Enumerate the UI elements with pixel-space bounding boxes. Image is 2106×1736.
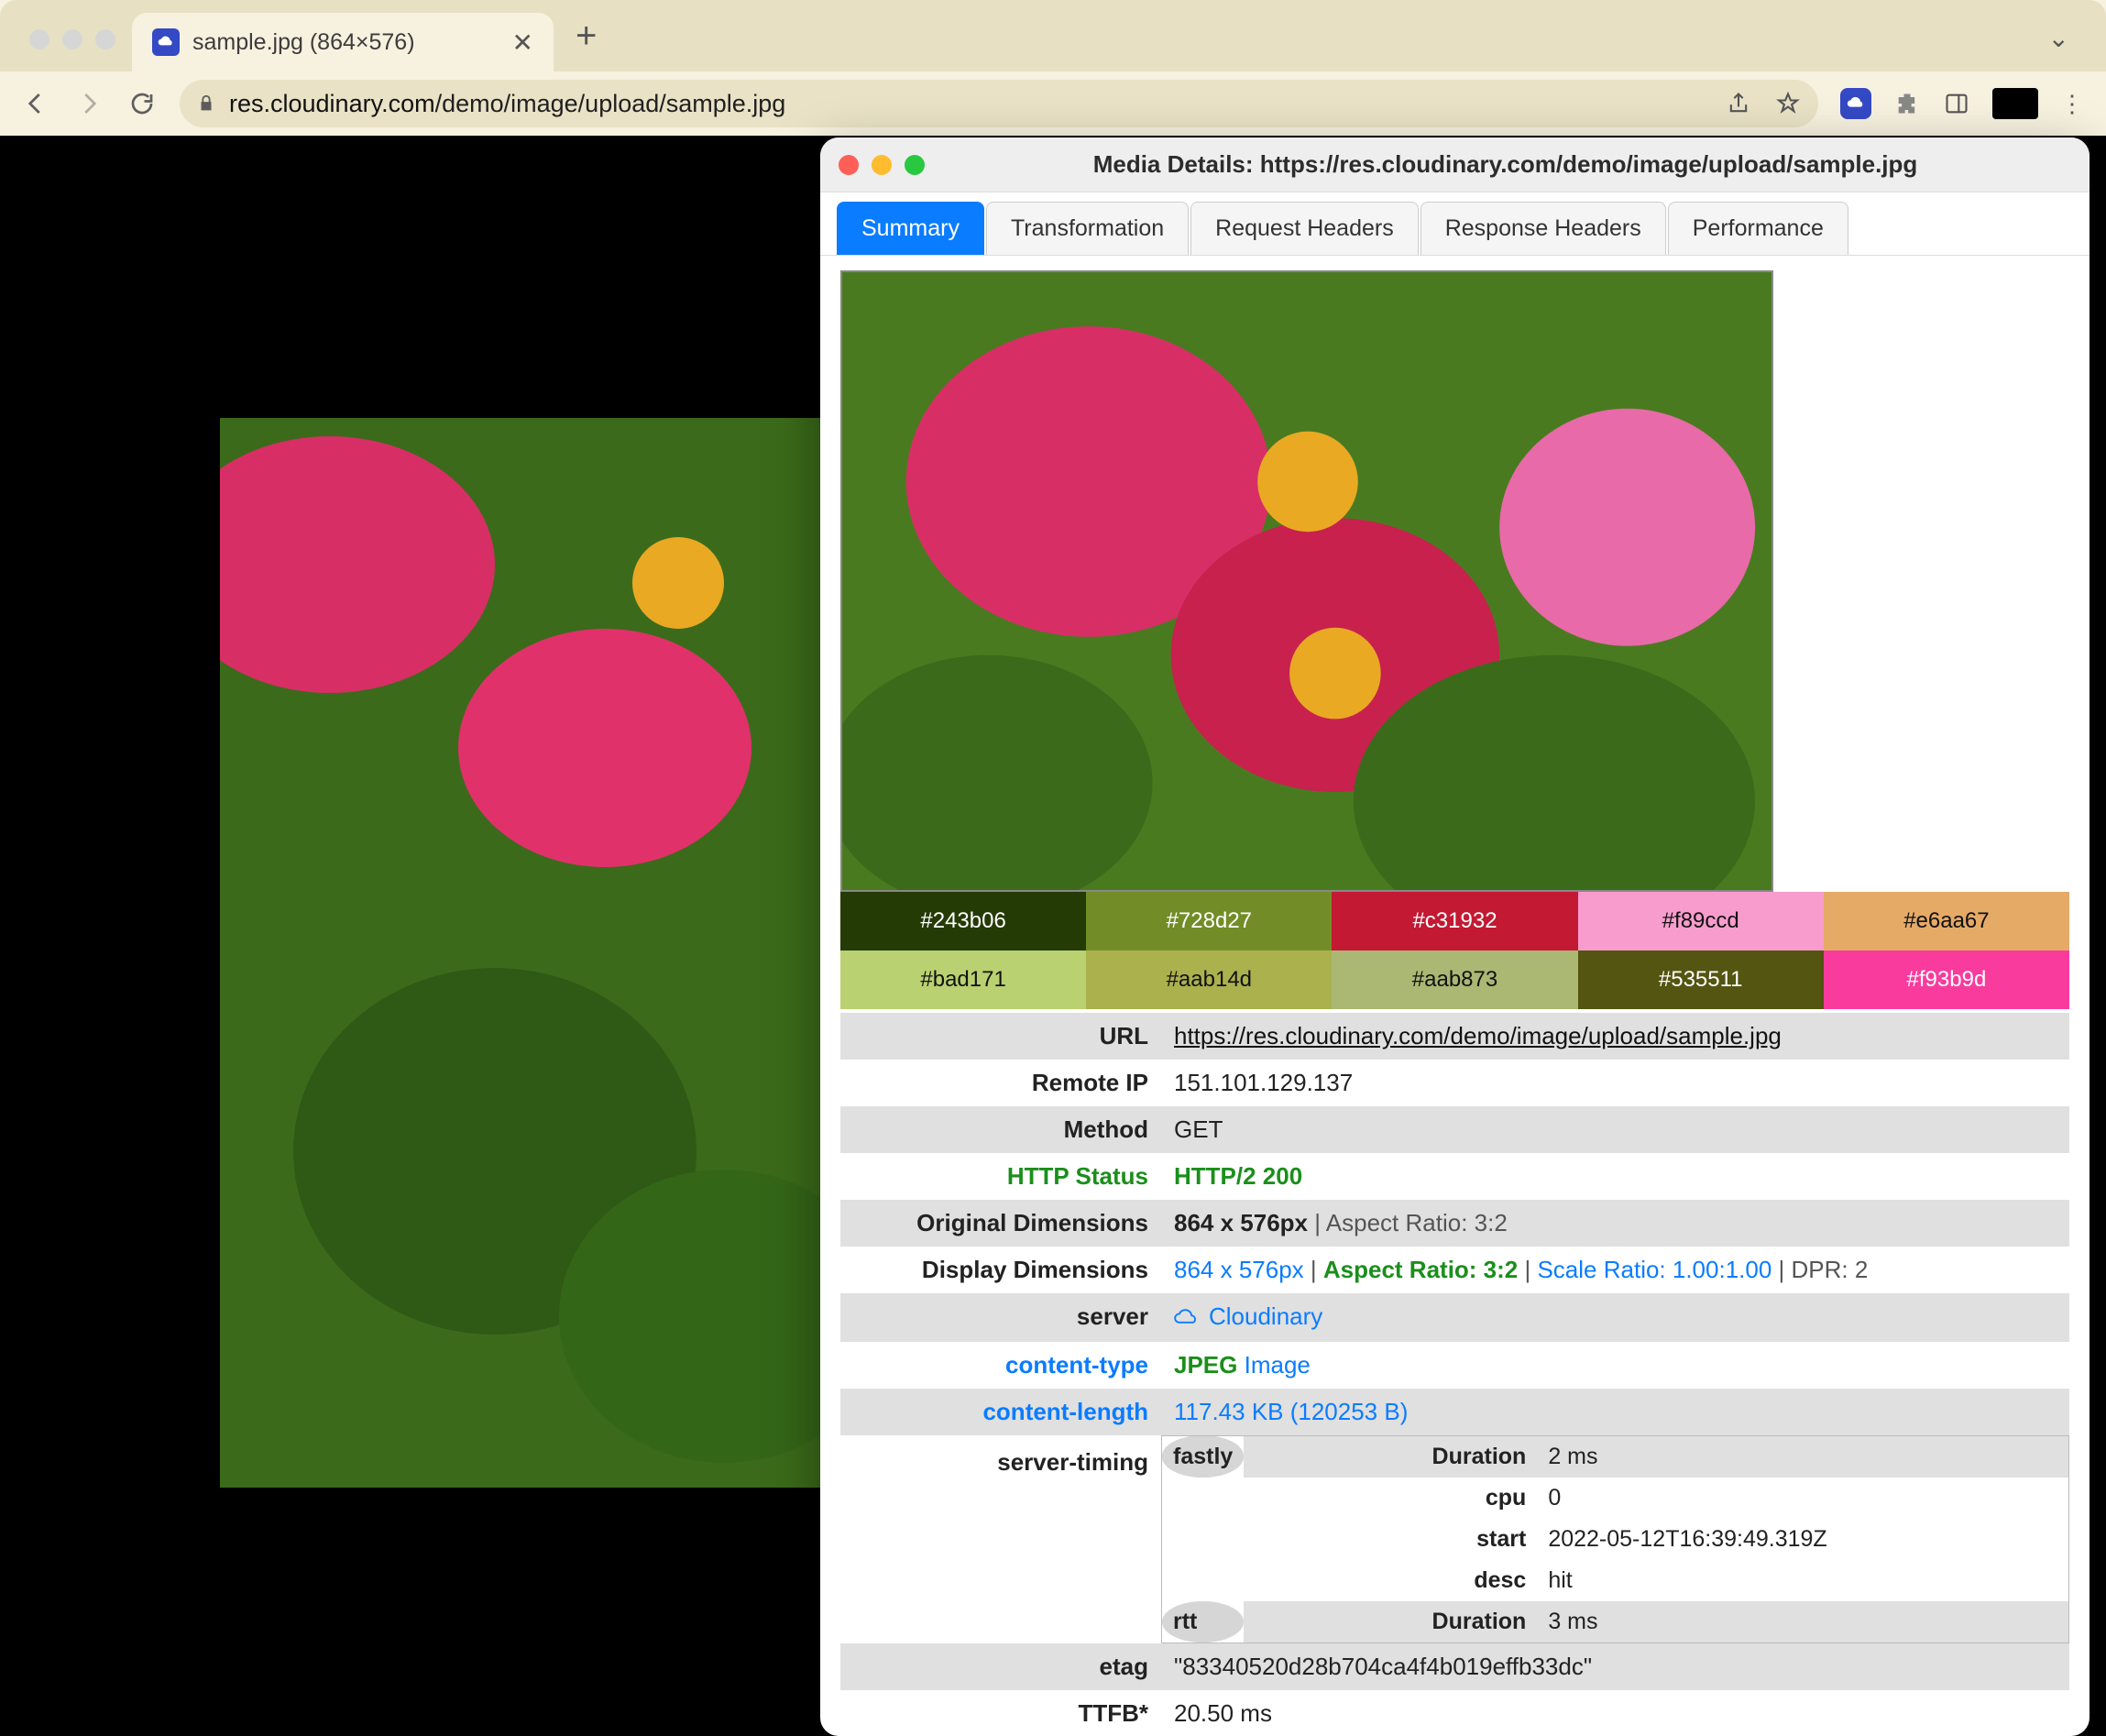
close-icon[interactable]: ✕: [512, 27, 533, 58]
tab-request-headers[interactable]: Request Headers: [1190, 202, 1419, 255]
media-details-panel: Media Details: https://res.cloudinary.co…: [820, 137, 2090, 1736]
timing-fastly-duration: 2 ms: [1537, 1435, 2068, 1478]
label-http-status: HTTP Status: [840, 1153, 1161, 1200]
traffic-light[interactable]: [29, 29, 49, 49]
label-remote-ip: Remote IP: [840, 1060, 1161, 1106]
address-bar[interactable]: res.cloudinary.com/demo/image/upload/sam…: [180, 80, 1818, 127]
tab-performance[interactable]: Performance: [1668, 202, 1848, 255]
value-content-type: JPEG Image: [1161, 1342, 2069, 1389]
tab-transformation[interactable]: Transformation: [986, 202, 1189, 255]
tab-strip: sample.jpg (864×576) ✕ + ⌄: [0, 0, 2106, 71]
color-swatch: #f89ccd: [1578, 892, 1824, 950]
label-ttfb: TTFB*: [840, 1690, 1161, 1736]
timing-duration-label-2: Duration: [1244, 1601, 1537, 1643]
cloudinary-favicon: [152, 28, 180, 56]
details-table: URL https://res.cloudinary.com/demo/imag…: [840, 1013, 2069, 1735]
value-display-dimensions: 864 x 576px | Aspect Ratio: 3:2 | Scale …: [1161, 1247, 2069, 1293]
value-server: Cloudinary: [1174, 1302, 1322, 1331]
profile-avatar[interactable]: [1992, 88, 2038, 119]
color-swatch-row: #243b06#728d27#c31932#f89ccd#e6aa67: [840, 892, 2069, 950]
close-window-button[interactable]: [839, 155, 859, 175]
value-method: GET: [1161, 1106, 2069, 1153]
traffic-light[interactable]: [62, 29, 82, 49]
color-swatch: #e6aa67: [1824, 892, 2069, 950]
timing-duration-label: Duration: [1244, 1435, 1537, 1478]
window-traffic-lights: [18, 29, 132, 71]
label-content-length: content-length: [840, 1389, 1161, 1435]
color-swatch: #bad171: [840, 950, 1086, 1009]
new-tab-button[interactable]: +: [554, 16, 619, 71]
color-swatch: #535511: [1578, 950, 1824, 1009]
color-swatch: #243b06: [840, 892, 1086, 950]
browser-chrome: sample.jpg (864×576) ✕ + ⌄ res.cloudinar…: [0, 0, 2106, 136]
url-text: res.cloudinary.com/demo/image/upload/sam…: [229, 90, 785, 118]
label-display-dimensions: Display Dimensions: [840, 1247, 1161, 1293]
minimize-window-button[interactable]: [872, 155, 892, 175]
star-icon[interactable]: [1774, 90, 1802, 117]
color-swatch: #aab873: [1332, 950, 1577, 1009]
color-swatch: #f93b9d: [1824, 950, 2069, 1009]
color-swatch: #728d27: [1086, 892, 1332, 950]
panel-title: Media Details: https://res.cloudinary.co…: [939, 150, 2071, 179]
value-original-dimensions: 864 x 576px | Aspect Ratio: 3:2: [1161, 1200, 2069, 1247]
label-content-type: content-type: [840, 1342, 1161, 1389]
url-link[interactable]: https://res.cloudinary.com/demo/image/up…: [1174, 1022, 1782, 1049]
panel-titlebar: Media Details: https://res.cloudinary.co…: [820, 137, 2090, 192]
value-remote-ip: 151.101.129.137: [1161, 1060, 2069, 1106]
extensions-icon[interactable]: [1893, 90, 1921, 117]
tab-summary[interactable]: Summary: [837, 202, 984, 255]
timing-fastly-label: fastly: [1162, 1435, 1245, 1478]
color-swatch: #c31932: [1332, 892, 1577, 950]
timing-start-label: start: [1244, 1519, 1537, 1560]
value-etag: "83340520d28b704ca4f4b019effb33dc": [1161, 1643, 2069, 1690]
browser-tab[interactable]: sample.jpg (864×576) ✕: [132, 13, 554, 71]
media-preview-image: [840, 270, 1773, 892]
reload-button[interactable]: [126, 88, 158, 119]
label-method: Method: [840, 1106, 1161, 1153]
timing-rtt-duration: 3 ms: [1537, 1601, 2068, 1643]
value-content-length: 117.43 KB (120253 B): [1174, 1398, 1408, 1425]
share-icon[interactable]: [1725, 90, 1752, 117]
value-http-status: HTTP/2 200: [1174, 1162, 1302, 1190]
zoom-window-button[interactable]: [905, 155, 925, 175]
value-ttfb: 20.50 ms: [1161, 1690, 2069, 1736]
label-original-dimensions: Original Dimensions: [840, 1200, 1161, 1247]
label-url: URL: [840, 1013, 1161, 1060]
timing-cpu-value: 0: [1537, 1478, 2068, 1519]
back-button[interactable]: [20, 88, 51, 119]
forward-button[interactable]: [73, 88, 104, 119]
timing-desc-value: hit: [1537, 1560, 2068, 1601]
panel-body: #243b06#728d27#c31932#f89ccd#e6aa67 #bad…: [820, 256, 2090, 1735]
timing-rtt-label: rtt: [1162, 1601, 1245, 1643]
traffic-light[interactable]: [95, 29, 115, 49]
timing-desc-label: desc: [1244, 1560, 1537, 1601]
side-panel-icon[interactable]: [1943, 90, 1970, 117]
color-swatch: #aab14d: [1086, 950, 1332, 1009]
label-server-timing: server-timing: [840, 1435, 1161, 1643]
timing-start-value: 2022-05-12T16:39:49.319Z: [1537, 1519, 2068, 1560]
server-timing-table: fastlyDuration2 ms cpu0 start2022-05-12T…: [1161, 1435, 2069, 1643]
label-etag: etag: [840, 1643, 1161, 1690]
page-image-preview: [220, 418, 843, 1488]
label-server: server: [840, 1293, 1161, 1342]
color-swatch-row: #bad171#aab14d#aab873#535511#f93b9d: [840, 950, 2069, 1009]
lock-icon: [196, 93, 216, 114]
menu-icon[interactable]: ⋮: [2060, 90, 2086, 118]
chevron-down-icon[interactable]: ⌄: [2048, 24, 2069, 52]
tab-title: sample.jpg (864×576): [192, 29, 499, 56]
timing-cpu-label: cpu: [1244, 1478, 1537, 1519]
toolbar: res.cloudinary.com/demo/image/upload/sam…: [0, 71, 2106, 136]
panel-tabs: Summary Transformation Request Headers R…: [820, 192, 2090, 256]
cloudinary-extension-icon[interactable]: [1840, 88, 1871, 119]
tab-response-headers[interactable]: Response Headers: [1420, 202, 1666, 255]
